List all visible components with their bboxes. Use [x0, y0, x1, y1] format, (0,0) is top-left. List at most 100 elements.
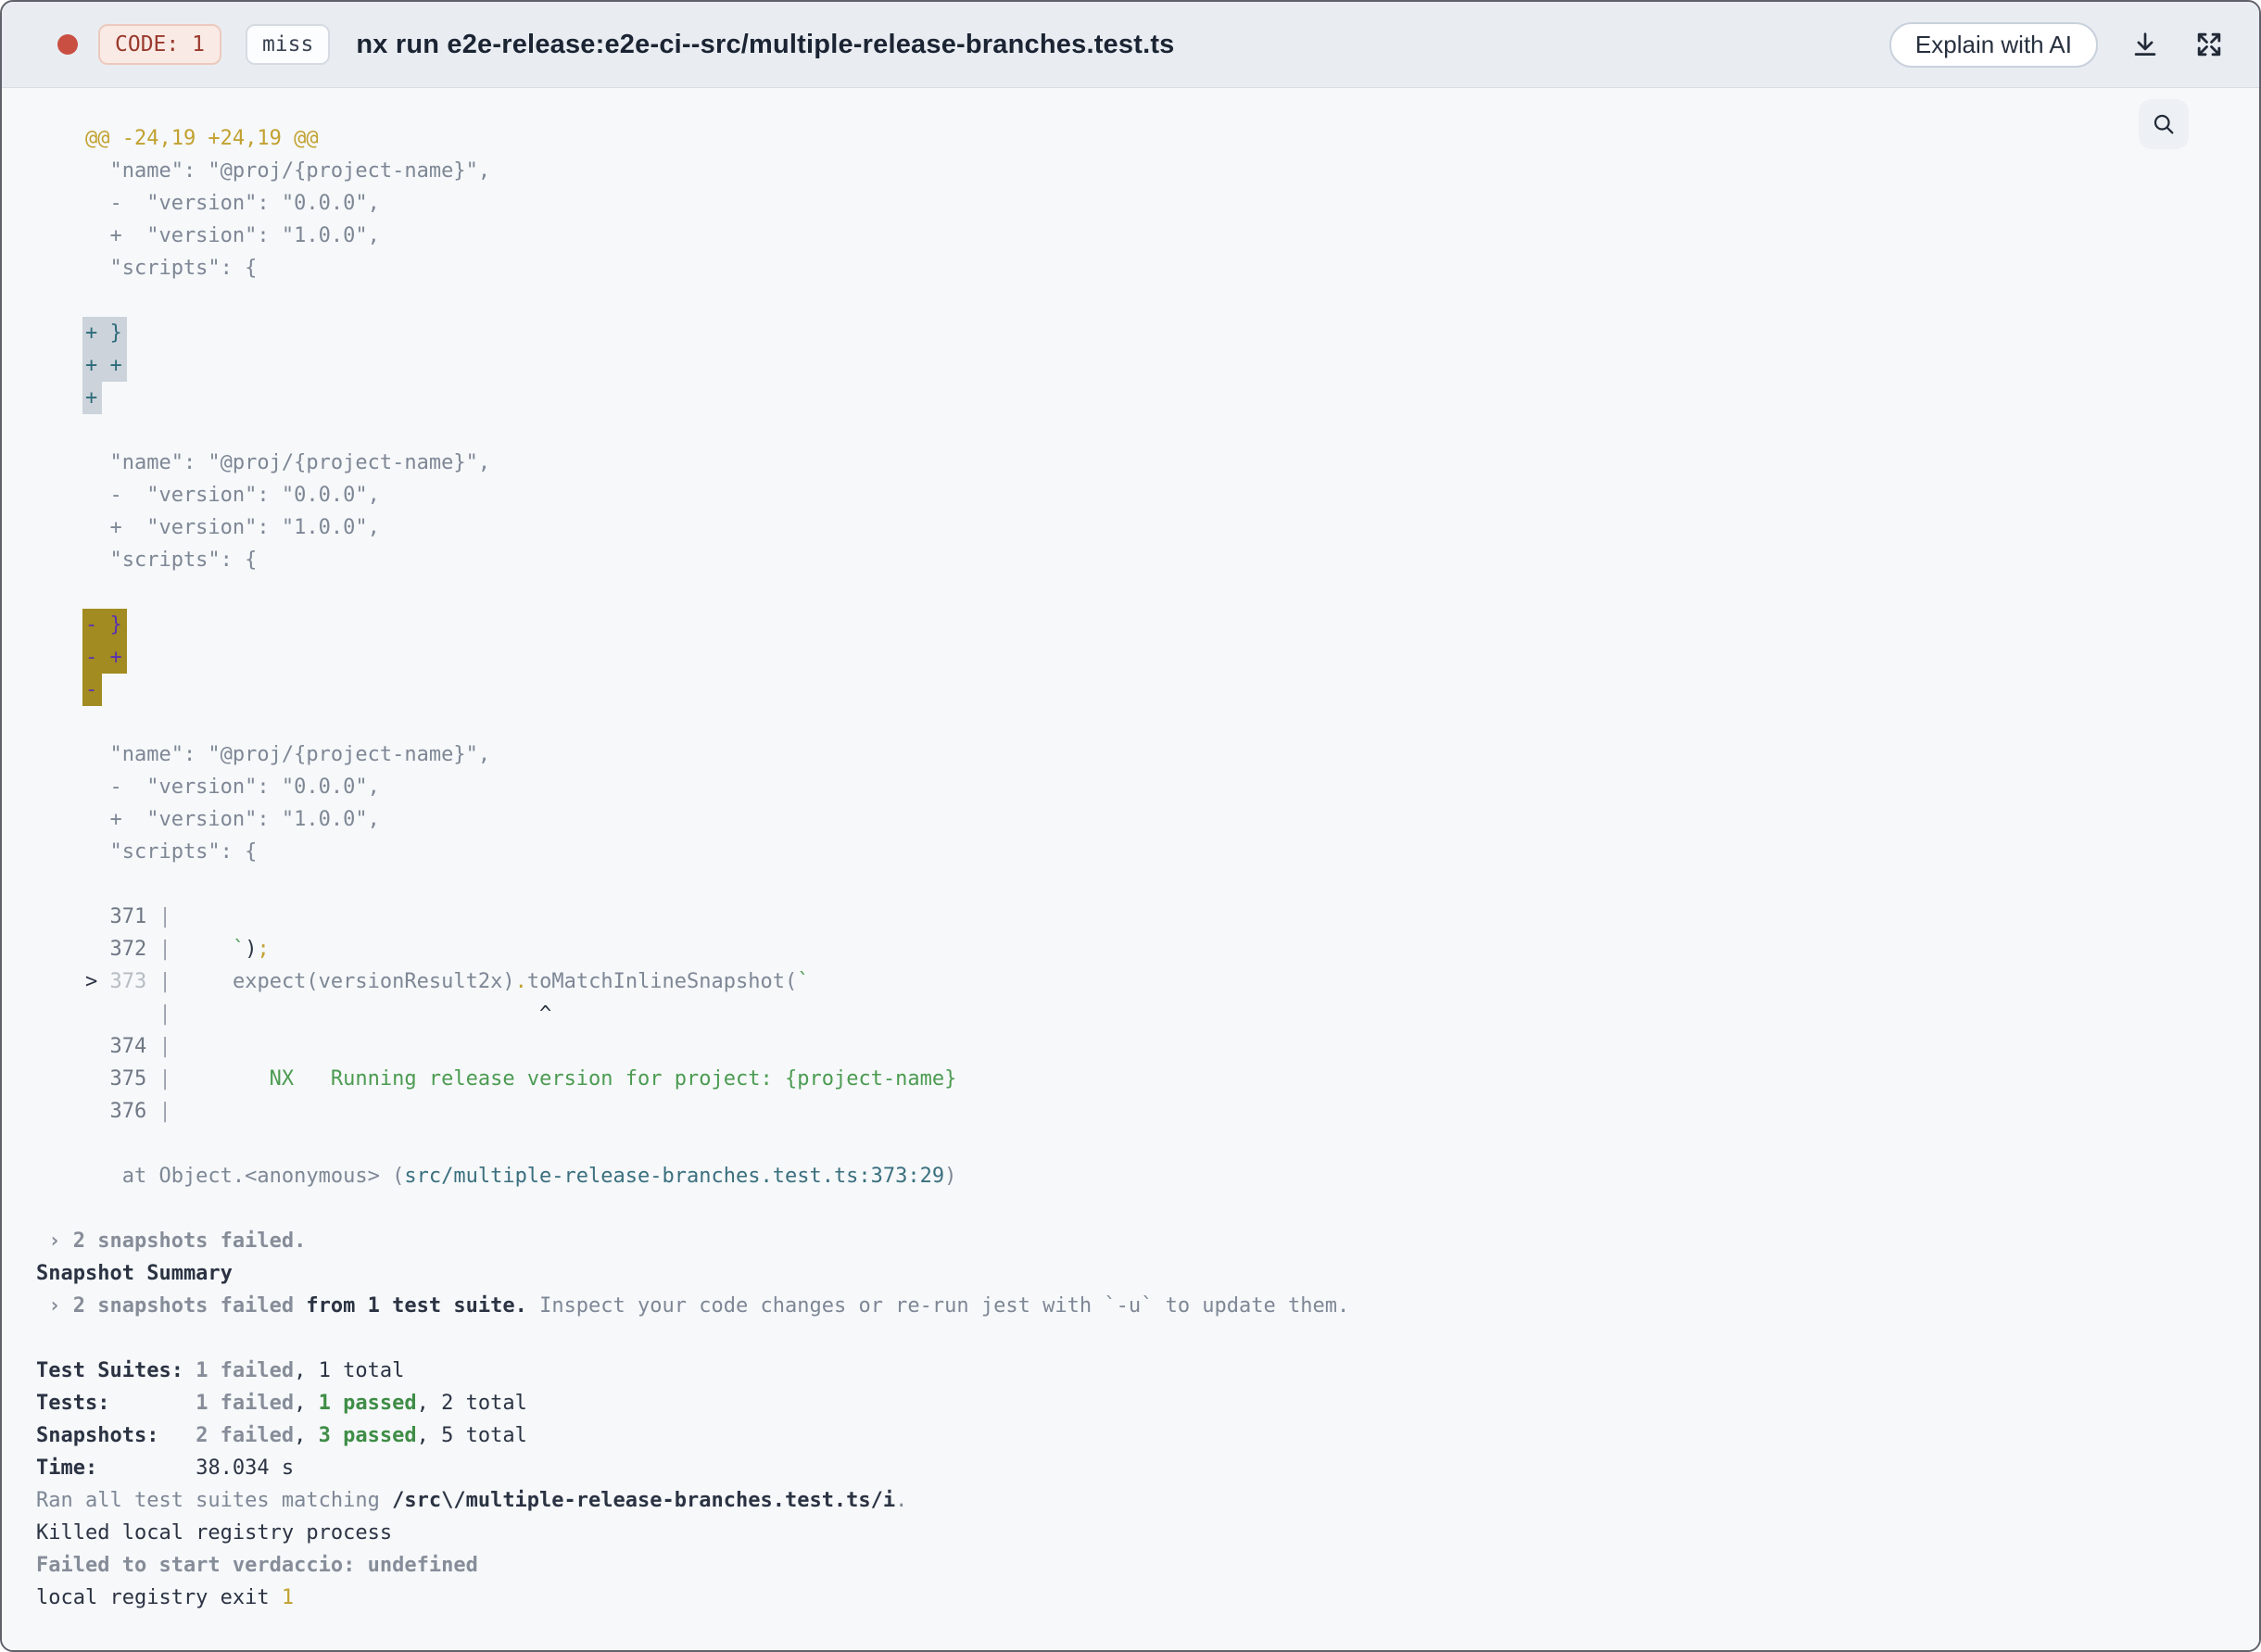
terminal-segment: local registry exit — [36, 1586, 282, 1609]
terminal-line: › 2 snapshots failed. — [36, 1225, 2259, 1257]
terminal-line: + } — [36, 317, 2259, 349]
terminal-segment: - — [82, 674, 103, 706]
fullscreen-button[interactable] — [2192, 28, 2226, 61]
terminal-segment: 371 — [36, 905, 147, 928]
terminal-segment: NX Running release version for project: … — [171, 1067, 957, 1091]
terminal-output: @@ -24,19 +24,19 @@ "name": "@proj/{proj… — [2, 88, 2259, 1650]
terminal-line: "scripts": { — [36, 252, 2259, 284]
exit-code-badge: CODE: 1 — [98, 24, 221, 65]
terminal-line: 372 | `); — [36, 933, 2259, 965]
terminal-segment: 1 failed — [196, 1359, 295, 1382]
terminal-segment: Snapshot Summary — [36, 1262, 233, 1285]
terminal-line: Tests: 1 failed, 1 passed, 2 total — [36, 1387, 2259, 1419]
terminal-segment: from 1 test suite. — [294, 1294, 527, 1318]
terminal-segment: , 2 total — [416, 1392, 527, 1415]
terminal-segment — [36, 354, 85, 377]
terminal-line: Ran all test suites matching /src\/multi… — [36, 1484, 2259, 1517]
terminal-segment — [36, 678, 85, 701]
terminal-window: CODE: 1 miss nx run e2e-release:e2e-ci--… — [0, 0, 2261, 1652]
terminal-line: + + — [36, 349, 2259, 382]
terminal-segment: Killed local registry process — [36, 1521, 393, 1545]
terminal-line: "name": "@proj/{project-name}", — [36, 738, 2259, 771]
terminal-line: - } — [36, 609, 2259, 641]
terminal-segment — [36, 613, 85, 637]
terminal-segment: , — [294, 1424, 319, 1447]
terminal-line: "scripts": { — [36, 836, 2259, 868]
terminal-line: - "version": "0.0.0", — [36, 479, 2259, 511]
terminal-line: "name": "@proj/{project-name}", — [36, 447, 2259, 479]
terminal-line: Test Suites: 1 failed, 1 total — [36, 1355, 2259, 1387]
terminal-segment: Time: — [36, 1457, 98, 1480]
terminal-segment: | — [146, 970, 171, 993]
terminal-line: + — [36, 382, 2259, 414]
terminal-segment: - "version": "0.0.0", — [36, 484, 380, 507]
search-button[interactable] — [2139, 99, 2189, 149]
terminal-segment: 2 failed — [196, 1424, 295, 1447]
terminal-segment: "name": "@proj/{project-name}", — [36, 451, 491, 474]
cache-miss-badge: miss — [245, 24, 331, 65]
terminal-segment: 372 — [36, 938, 147, 961]
terminal-line: Killed local registry process — [36, 1517, 2259, 1549]
terminal-segment: 1 failed — [196, 1392, 295, 1415]
terminal-segment: + } — [82, 317, 127, 349]
terminal-segment — [36, 386, 85, 410]
terminal-segment — [36, 646, 85, 669]
terminal-line: "scripts": { — [36, 544, 2259, 576]
terminal-segment: Failed to start verdaccio: undefined — [36, 1554, 478, 1577]
terminal-line: + "version": "1.0.0", — [36, 220, 2259, 252]
terminal-segment: | — [146, 938, 171, 961]
terminal-segment: › 2 snapshots failed. — [36, 1230, 307, 1253]
search-icon — [2154, 114, 2174, 134]
terminal-segment: Tests: — [36, 1392, 196, 1415]
terminal-segment: 3 passed — [318, 1424, 417, 1447]
status-dot-icon — [57, 34, 78, 55]
terminal-line: + "version": "1.0.0", — [36, 803, 2259, 836]
terminal-segment: Test Suites: — [36, 1359, 196, 1382]
terminal-segment: Ran all test suites matching — [36, 1489, 393, 1512]
terminal-segment: - } — [82, 609, 127, 641]
terminal-line: "name": "@proj/{project-name}", — [36, 155, 2259, 187]
terminal-segment: 38.034 s — [97, 1457, 295, 1480]
terminal-segment: src/multiple-release-branches.test.ts:37… — [404, 1165, 945, 1188]
terminal-segment — [36, 322, 85, 345]
terminal-segment: ^ — [171, 1003, 552, 1026]
terminal-line: - "version": "0.0.0", — [36, 187, 2259, 220]
terminal-segment: at Object.<anonymous> ( — [36, 1165, 405, 1188]
terminal-segment: + "version": "1.0.0", — [36, 808, 380, 831]
terminal-segment: 375 — [36, 1067, 147, 1091]
terminal-segment — [171, 938, 233, 961]
explain-with-ai-button[interactable]: Explain with AI — [1888, 21, 2098, 68]
terminal-segment: "name": "@proj/{project-name}", — [36, 743, 491, 766]
terminal-line: Failed to start verdaccio: undefined — [36, 1549, 2259, 1582]
download-button[interactable] — [2129, 29, 2161, 60]
header-actions: Explain with AI — [1888, 21, 2226, 68]
terminal-segment: @@ -24,19 +24,19 @@ — [84, 127, 319, 150]
terminal-line: | ^ — [36, 998, 2259, 1030]
header: CODE: 1 miss nx run e2e-release:e2e-ci--… — [2, 2, 2259, 88]
terminal-segment: 374 — [36, 1035, 147, 1058]
terminal-segment: toMatchInlineSnapshot( — [526, 970, 798, 993]
terminal-segment: ` — [797, 970, 810, 993]
terminal-segment: > — [84, 970, 110, 993]
terminal-segment: | — [146, 1035, 171, 1058]
fullscreen-icon — [2197, 32, 2221, 57]
terminal-line: Time: 38.034 s — [36, 1452, 2259, 1484]
terminal-line: - "version": "0.0.0", — [36, 771, 2259, 803]
terminal-segment: 1 passed — [318, 1392, 417, 1415]
terminal-segment: + "version": "1.0.0", — [36, 224, 380, 247]
terminal-segment: , 1 total — [294, 1359, 405, 1382]
terminal-segment: . — [895, 1489, 908, 1512]
terminal-segment: ` — [232, 938, 246, 961]
terminal-line: local registry exit 1 — [36, 1582, 2259, 1614]
terminal-segment: | — [146, 1100, 171, 1123]
terminal-segment: . — [514, 970, 527, 993]
terminal-segment: "scripts": { — [36, 840, 258, 864]
terminal-segment: , — [294, 1392, 319, 1415]
terminal-segment: ) — [245, 938, 258, 961]
